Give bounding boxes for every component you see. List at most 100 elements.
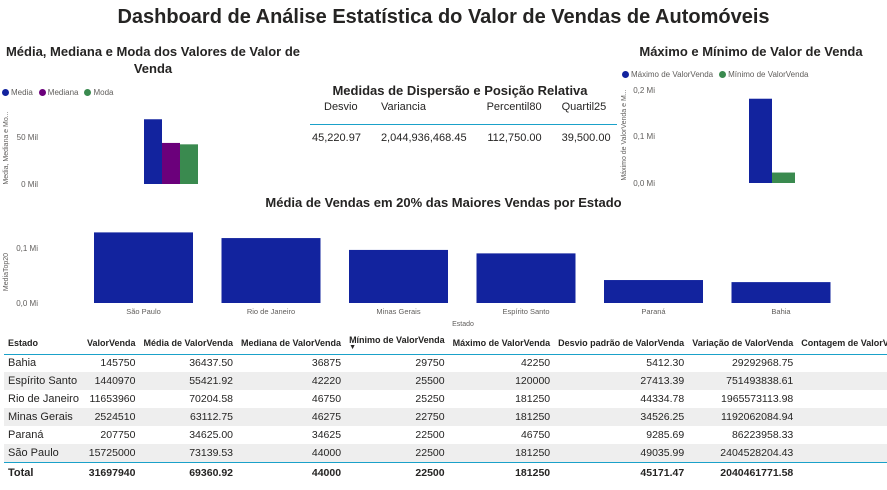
bar-moda[interactable] xyxy=(180,144,198,184)
table-cell: 55421.92 xyxy=(139,372,238,390)
legend-media-label: Media xyxy=(11,88,33,97)
total-cell: 2040461771.58 xyxy=(688,461,798,484)
legend-media[interactable]: Media xyxy=(2,88,33,97)
table-cell: 46750 xyxy=(237,390,346,408)
table-cell: 44334.78 xyxy=(554,390,689,408)
bar-minimo[interactable] xyxy=(772,172,795,183)
legend-maximo[interactable]: Máximo de ValorVenda xyxy=(622,70,713,79)
total-cell: 52 xyxy=(797,461,887,484)
header-mediana[interactable]: Mediana de ValorVenda xyxy=(237,332,346,355)
xtick-parana: Paraná xyxy=(641,307,666,316)
table-row[interactable]: Minas Gerais 2524510 63112.75 46275 22750 181… xyxy=(4,408,887,426)
kpi-header-desvio[interactable]: Desvio xyxy=(310,98,367,124)
sort-descending-icon: ▼ xyxy=(349,343,356,351)
total-cell: 31697940 xyxy=(82,461,140,484)
bar-parana[interactable] xyxy=(604,280,703,303)
table-cell: 181250 xyxy=(448,390,555,408)
header-estado[interactable]: Estado xyxy=(4,332,83,355)
total-cell: 69360.92 xyxy=(139,461,238,484)
kpi-header-percentil80[interactable]: Percentil80 xyxy=(473,98,548,124)
table-cell: 22500 xyxy=(345,444,449,462)
table-cell: 73139.53 xyxy=(139,444,238,462)
bar-mediana[interactable] xyxy=(162,142,180,184)
bar-bahia[interactable] xyxy=(731,282,831,303)
header-desvio[interactable]: Desvio padrão de ValorVenda xyxy=(554,332,689,355)
chart-mean-median-mode-title: Média, Mediana e Moda dos Valores de Val… xyxy=(5,44,301,76)
table-cell: 11653960 xyxy=(82,390,140,408)
legend-mediana-label: Mediana xyxy=(47,88,79,97)
legend-media-dot xyxy=(2,89,9,96)
bar-sao-paulo[interactable] xyxy=(94,232,193,303)
table-cell: 751493838.61 xyxy=(688,372,798,390)
kpi-header-variancia[interactable]: Variancia xyxy=(367,98,473,124)
table-cell: 1192062084.94 xyxy=(688,408,798,426)
table-cell: 35 xyxy=(797,444,887,462)
legend-minimo[interactable]: Mínimo de ValorVenda xyxy=(719,70,808,79)
legend-moda[interactable]: Moda xyxy=(84,88,114,97)
table-row[interactable]: Espírito Santo 1440970 55421.92 42220 25500 1… xyxy=(4,372,887,390)
table-cell: 17 xyxy=(797,372,887,390)
table-cell: 34625 xyxy=(237,426,346,444)
table-cell: Minas Gerais xyxy=(4,408,83,426)
kpi-value-percentil80: 112,750.00 xyxy=(472,123,548,148)
kpi-value-desvio: 45,220.97 xyxy=(310,123,367,148)
chart-mean-median-mode: Media, Mediana e Mo... 50 Mil 0 Mil xyxy=(3,111,198,189)
legend-moda-dot xyxy=(84,89,92,96)
state-stats-table: Estado ValorVenda Média de ValorVenda Me… xyxy=(4,332,887,484)
table-cell: 22500 xyxy=(345,426,449,444)
bar-espirito-santo[interactable] xyxy=(476,253,576,303)
xtick-sao-paulo: São Paulo xyxy=(126,307,161,316)
kpi-table: Desvio Variancia Percentil80 Quartil25 4… xyxy=(310,98,617,148)
kpi-header-row: Desvio Variancia Percentil80 Quartil25 xyxy=(310,98,617,124)
legend-mediana-dot xyxy=(38,89,46,96)
dashboard-title: Dashboard de Análise Estatística do Valo… xyxy=(117,6,770,28)
xtick-minas-gerais: Minas Gerais xyxy=(376,307,420,316)
xtick-rio-de-janeiro: Rio de Janeiro xyxy=(247,307,295,316)
xtick-bahia: Bahia xyxy=(771,307,791,316)
table-cell: 145750 xyxy=(82,354,140,372)
header-media[interactable]: Média de ValorVenda xyxy=(139,332,238,355)
table-cell: 1965573113.98 xyxy=(688,390,798,408)
header-variacao[interactable]: Variação de ValorVenda xyxy=(688,332,798,355)
total-cell: 181250 xyxy=(448,461,555,484)
chart-max-min-legend: Máximo de ValorVenda Mínimo de ValorVend… xyxy=(622,70,808,79)
table-cell: 86223958.33 xyxy=(688,426,798,444)
table-row[interactable]: São Paulo 15725000 73139.53 44000 22500 18125… xyxy=(4,444,887,462)
total-cell: Total xyxy=(4,461,83,484)
table-row[interactable]: Bahia 145750 36437.50 36875 29750 42250 5412.3… xyxy=(4,354,887,372)
table-cell: Espírito Santo xyxy=(4,372,83,390)
kpi-value-variancia: 2,044,936,468.45 xyxy=(366,123,473,148)
table-row[interactable]: Rio de Janeiro 11653960 70204.58 46750 25250… xyxy=(4,390,887,408)
chart2-ytick-00: 0,0 Mi xyxy=(633,179,655,188)
table-cell: 2404528204.43 xyxy=(688,444,798,462)
chart-top20: MediaTop20 0,1 Mi 0,0 Mi Estado São Paul… xyxy=(3,232,831,328)
bar-minas-gerais[interactable] xyxy=(349,249,448,303)
table-cell: 34625.00 xyxy=(139,426,238,444)
header-contagem[interactable]: Contagem de ValorVenda xyxy=(797,332,887,355)
table-cell: 22750 xyxy=(345,408,449,426)
table-cell: 46275 xyxy=(237,408,346,426)
header-maximo[interactable]: Máximo de ValorVenda xyxy=(448,332,555,355)
header-valorvenda[interactable]: ValorVenda xyxy=(82,332,140,355)
table-cell: 46750 xyxy=(448,426,555,444)
kpi-header-quartil25[interactable]: Quartil25 xyxy=(548,98,617,124)
legend-mediana[interactable]: Mediana xyxy=(38,88,79,97)
table-cell: 207750 xyxy=(82,426,140,444)
header-minimo[interactable]: Mínimo de ValorVenda ▼ xyxy=(345,332,449,355)
legend-minimo-dot xyxy=(719,71,727,78)
table-cell: São Paulo xyxy=(4,444,83,462)
kpi-value-quartil25: 39,500.00 xyxy=(547,123,617,148)
table-cell: 32 xyxy=(797,390,887,408)
table-cell: 42250 xyxy=(448,354,555,372)
chart3-ytick-01: 0,1 Mi xyxy=(16,244,38,253)
table-cell: 120000 xyxy=(448,372,555,390)
table-header-row: Estado ValorVenda Média de ValorVenda Me… xyxy=(4,332,887,355)
bar-rio-de-janeiro[interactable] xyxy=(221,238,321,303)
bar-maximo[interactable] xyxy=(749,98,772,183)
table-cell: 34526.25 xyxy=(554,408,689,426)
table-cell: 2524510 xyxy=(82,408,140,426)
xtick-espirito-santo: Espírito Santo xyxy=(502,307,549,316)
table-row[interactable]: Paraná 207750 34625.00 34625 22500 46750 9285.… xyxy=(4,426,887,444)
bar-media[interactable] xyxy=(144,119,162,184)
chart-top20-title: Média de Vendas em 20% das Maiores Venda… xyxy=(265,195,622,210)
